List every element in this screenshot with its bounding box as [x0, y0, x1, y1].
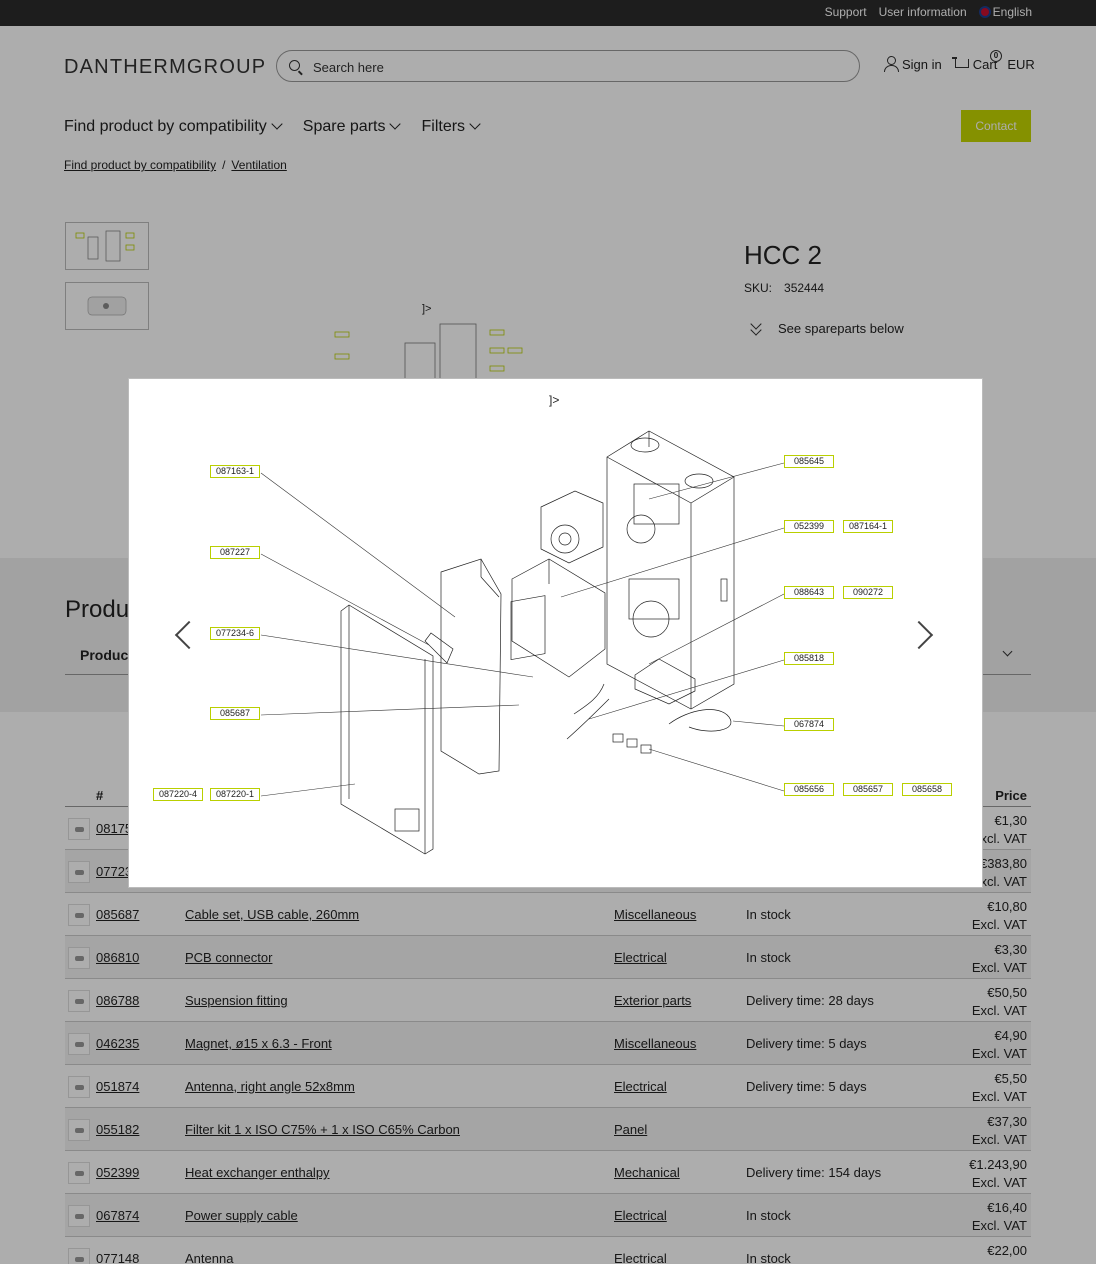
part-label-087227[interactable]: 087227 — [210, 546, 260, 559]
part-label-052399[interactable]: 052399 — [784, 520, 834, 533]
part-label-085818[interactable]: 085818 — [784, 652, 834, 665]
part-label-077234-6[interactable]: 077234-6 — [210, 627, 260, 640]
part-label-085658[interactable]: 085658 — [902, 783, 952, 796]
part-label-087164-1[interactable]: 087164-1 — [843, 520, 893, 533]
part-label-067874[interactable]: 067874 — [784, 718, 834, 731]
part-label-090272[interactable]: 090272 — [843, 586, 893, 599]
next-image-button[interactable] — [913, 617, 933, 651]
part-label-085687[interactable]: 085687 — [210, 707, 260, 720]
part-label-087220-4[interactable]: 087220-4 — [153, 788, 203, 801]
image-lightbox: ]> 087163-1 087227 077234-6 085687 08722… — [128, 378, 983, 888]
part-label-088643[interactable]: 088643 — [784, 586, 834, 599]
part-label-085645[interactable]: 085645 — [784, 455, 834, 468]
part-label-087220-1[interactable]: 087220-1 — [210, 788, 260, 801]
part-label-085656[interactable]: 085656 — [784, 783, 834, 796]
previous-image-button[interactable] — [173, 617, 193, 651]
part-label-087163-1[interactable]: 087163-1 — [210, 465, 260, 478]
part-label-085657[interactable]: 085657 — [843, 783, 893, 796]
